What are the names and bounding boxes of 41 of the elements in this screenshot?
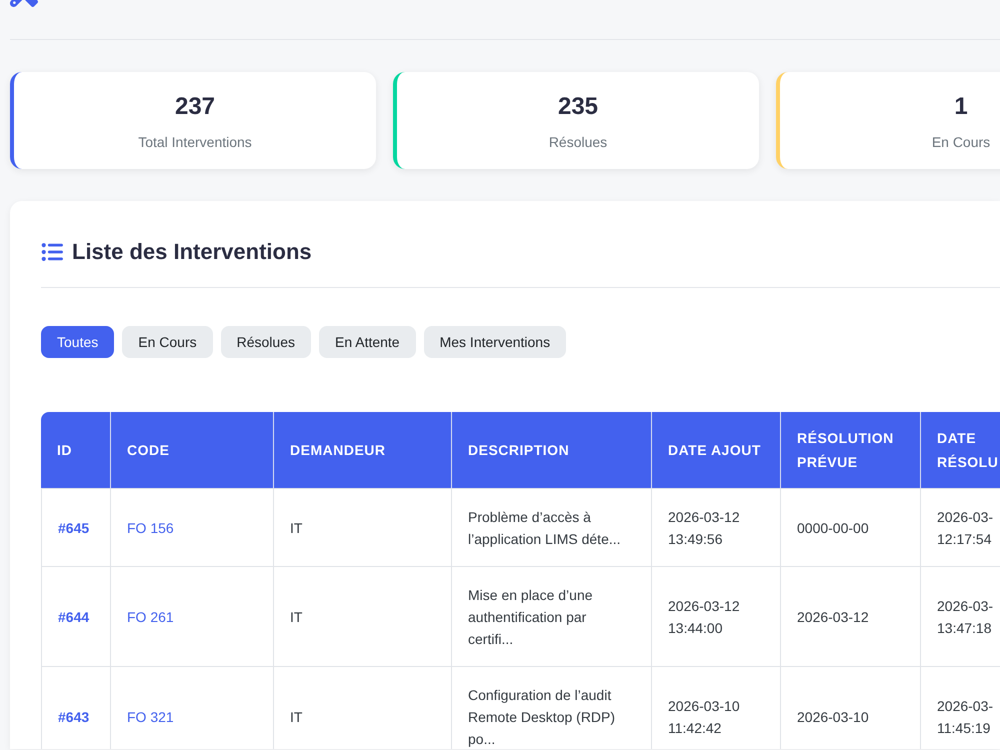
column-header: DATE RÉSOLU	[921, 412, 1000, 489]
column-header: RÉSOLUTION PRÉVUE	[781, 412, 921, 489]
column-header: ID	[41, 412, 111, 489]
section-title: Liste des Interventions	[72, 238, 312, 266]
table-cell: 2026-03-12	[781, 567, 921, 667]
table-cell: 2026-03-10 11:42:42	[652, 667, 781, 749]
code-link[interactable]: FO 321	[127, 708, 174, 724]
filter-tab[interactable]: Mes Interventions	[424, 326, 566, 358]
table-cell: Configuration de l’audit Remote Desktop (RDP) po...	[452, 667, 652, 749]
filter-tab[interactable]: Résolues	[220, 326, 311, 358]
table-cell: 2026-03- 11:45:19	[921, 667, 1000, 749]
id-link[interactable]: #643	[58, 708, 90, 724]
id-link[interactable]: #644	[58, 608, 90, 624]
table-cell: IT	[274, 567, 452, 667]
stat-value: 1	[954, 92, 968, 122]
code-link[interactable]: FO 156	[127, 520, 174, 536]
column-header: DEMANDEUR	[274, 412, 452, 489]
table-cell: IT	[274, 489, 452, 567]
table-cell: 2026-03- 12:17:54	[921, 489, 1000, 567]
filter-tab[interactable]: En Attente	[318, 326, 416, 358]
stat-label: Résolues	[548, 133, 608, 152]
column-header: DATE AJOUT	[652, 412, 781, 489]
table-cell: Mise en place d’une authentification par certifi...	[452, 567, 652, 667]
table-cell: Problème d’accès à l’application LIMS déte...	[452, 489, 652, 567]
table-cell: 2026-03-10	[781, 667, 921, 749]
column-header: DESCRIPTION	[452, 412, 652, 489]
table-cell: IT	[274, 667, 452, 749]
stat-value: 237	[174, 92, 216, 122]
list-icon	[41, 241, 63, 263]
code-link[interactable]: FO 261	[127, 608, 174, 624]
column-header: CODE	[111, 412, 274, 489]
filter-tab[interactable]: Toutes	[41, 326, 114, 358]
table-cell: 2026-03-12 13:44:00	[652, 567, 781, 667]
stat-label: En Cours	[932, 133, 990, 152]
filter-tab[interactable]: En Cours	[122, 326, 213, 358]
id-link[interactable]: #645	[58, 520, 90, 536]
table-cell: 2026-03-12 13:49:56	[652, 489, 781, 567]
table-cell: 2026-03- 13:47:18	[921, 567, 1000, 667]
stat-label: Total Interventions	[138, 133, 252, 152]
stat-value: 235	[558, 92, 598, 122]
table-cell: 0000-00-00	[781, 489, 921, 567]
